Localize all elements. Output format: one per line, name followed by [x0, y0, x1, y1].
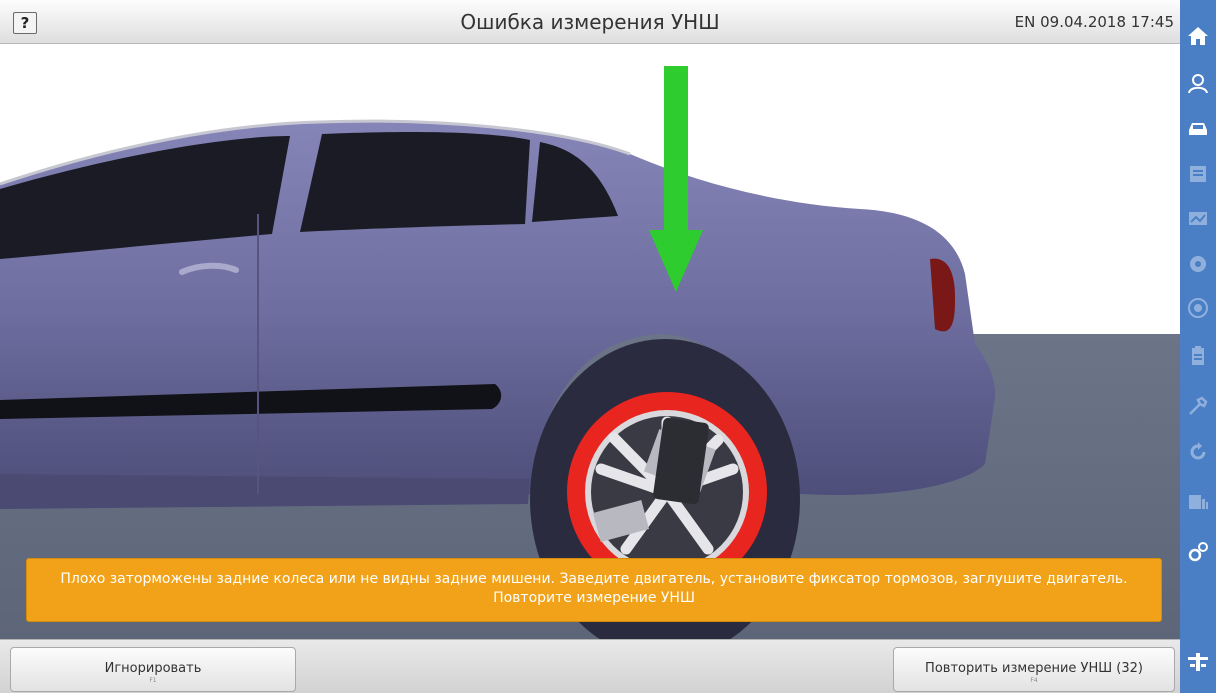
measurement-icon[interactable] — [1186, 252, 1210, 276]
status-area: EN 09.04.2018 17:45 — [1015, 13, 1174, 31]
ignore-button-label: Игнорировать — [104, 661, 202, 676]
front-window — [300, 132, 530, 232]
lift-icon[interactable] — [1186, 650, 1210, 674]
refresh-icon[interactable] — [1186, 440, 1210, 464]
error-message-hint: Повторите измерение УНШ — [493, 590, 695, 606]
title-bar: ? Ошибка измерения УНШ EN 09.04.2018 17:… — [0, 0, 1180, 44]
customer-icon[interactable] — [1186, 72, 1210, 96]
vehicle-illustration — [0, 44, 1180, 659]
database-icon[interactable] — [1186, 490, 1210, 514]
page-title: Ошибка измерения УНШ — [460, 10, 720, 34]
adjustment-icon[interactable] — [1186, 394, 1210, 418]
language-indicator[interactable]: EN — [1015, 13, 1036, 31]
sidebar — [1180, 0, 1216, 693]
repeat-button-key: F4 — [1030, 677, 1038, 684]
datetime: 09.04.2018 17:45 — [1040, 13, 1174, 31]
error-message-text: Плохо заторможены задние колеса или не в… — [60, 571, 1128, 587]
function-bar: Игнорировать F1 Повторить измерение УНШ … — [0, 639, 1180, 693]
inspection-icon[interactable] — [1186, 206, 1210, 230]
car-scene — [0, 66, 1180, 659]
report-icon[interactable] — [1186, 344, 1210, 368]
car-sill — [0, 474, 530, 509]
settings-icon[interactable] — [1186, 540, 1210, 564]
repeat-measurement-button[interactable]: Повторить измерение УНШ (32) F4 — [893, 647, 1175, 692]
vehicle-icon[interactable] — [1186, 116, 1210, 140]
alignment-icon[interactable] — [1186, 296, 1210, 320]
error-message-banner: Плохо заторможены задние колеса или не в… — [26, 558, 1162, 622]
ignore-button-key: F1 — [149, 677, 157, 684]
repeat-button-label: Повторить измерение УНШ (32) — [925, 661, 1143, 676]
specifications-icon[interactable] — [1186, 162, 1210, 186]
ignore-button[interactable]: Игнорировать F1 — [10, 647, 296, 692]
home-icon[interactable] — [1186, 24, 1210, 48]
